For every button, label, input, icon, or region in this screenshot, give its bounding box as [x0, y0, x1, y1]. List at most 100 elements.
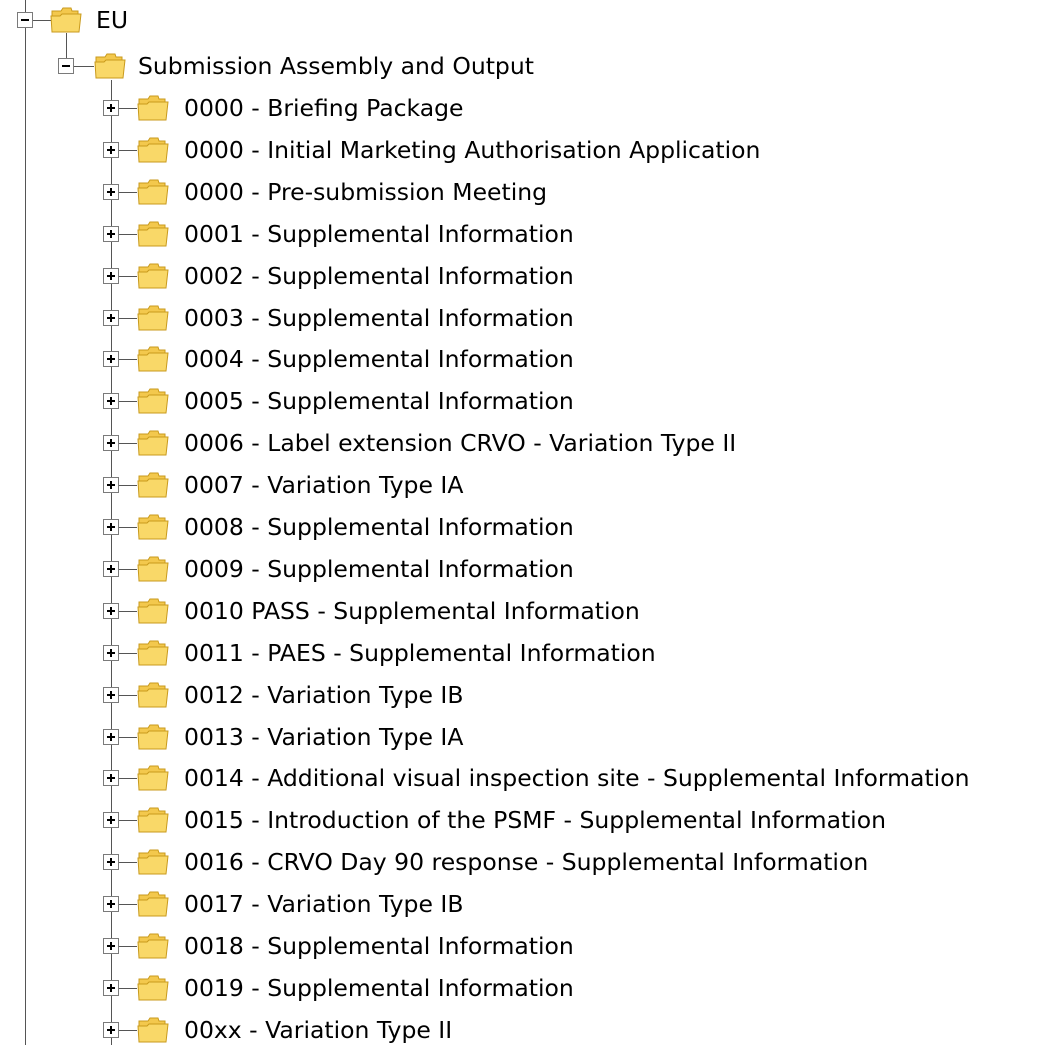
expand-toggle[interactable]	[103, 435, 119, 451]
expand-toggle[interactable]	[103, 310, 119, 326]
expand-toggle[interactable]	[103, 729, 119, 745]
expand-toggle[interactable]	[103, 603, 119, 619]
tree-node-label[interactable]: 0006 - Label extension CRVO - Variation …	[184, 428, 736, 458]
folder-svg	[137, 388, 169, 414]
folder-svg	[137, 640, 169, 666]
expand-toggle[interactable]	[103, 100, 119, 116]
tree-node-label[interactable]: 0017 - Variation Type IB	[184, 889, 463, 919]
tree-node-label[interactable]: 0003 - Supplemental Information	[184, 303, 574, 333]
folder-front	[137, 771, 169, 791]
expand-toggle[interactable]	[103, 1022, 119, 1038]
folder-front	[137, 101, 169, 121]
folder-svg	[137, 472, 169, 498]
folder-icon	[137, 470, 169, 500]
folder-svg	[137, 975, 169, 1001]
folder-svg	[94, 53, 126, 79]
expand-toggle[interactable]	[103, 142, 119, 158]
folder-icon	[94, 51, 126, 81]
expand-toggle[interactable]	[103, 268, 119, 284]
folder-tree: EU Submission Assembly and Output 0000 -…	[0, 0, 1040, 1045]
folder-front	[137, 185, 169, 205]
folder-front	[137, 143, 169, 163]
folder-svg	[137, 556, 169, 582]
folder-icon	[137, 554, 169, 584]
folder-front	[50, 13, 82, 33]
tree-node-label[interactable]: 0000 - Initial Marketing Authorisation A…	[184, 135, 760, 165]
tree-node-label[interactable]: 0008 - Supplemental Information	[184, 512, 574, 542]
collapse-toggle-submission-assembly[interactable]	[58, 58, 74, 74]
collapse-toggle-eu[interactable]	[17, 12, 33, 28]
tree-node-label[interactable]: 0007 - Variation Type IA	[184, 470, 463, 500]
tree-node-label-submission-assembly[interactable]: Submission Assembly and Output	[138, 51, 534, 81]
tree-node-label[interactable]: 0012 - Variation Type IB	[184, 680, 463, 710]
expand-toggle[interactable]	[103, 561, 119, 577]
expand-toggle[interactable]	[103, 519, 119, 535]
folder-svg	[137, 95, 169, 121]
folder-icon	[137, 344, 169, 374]
expand-toggle[interactable]	[103, 184, 119, 200]
folder-svg	[137, 346, 169, 372]
folder-front	[137, 1023, 169, 1043]
folder-svg	[137, 514, 169, 540]
folder-icon	[137, 177, 169, 207]
folder-svg	[137, 305, 169, 331]
folder-svg	[137, 263, 169, 289]
tree-node-label[interactable]: 00xx - Variation Type II	[184, 1015, 452, 1045]
expand-toggle[interactable]	[103, 812, 119, 828]
tree-node-label[interactable]: 0009 - Supplemental Information	[184, 554, 574, 584]
folder-icon	[137, 973, 169, 1003]
expand-toggle[interactable]	[103, 687, 119, 703]
folder-front	[137, 311, 169, 331]
folder-icon	[137, 93, 169, 123]
tree-node-label[interactable]: 0016 - CRVO Day 90 response - Supplement…	[184, 847, 868, 877]
tree-node-label[interactable]: 0001 - Supplemental Information	[184, 219, 574, 249]
tree-node-label[interactable]: 0015 - Introduction of the PSMF - Supple…	[184, 805, 886, 835]
tree-node-label[interactable]: 0011 - PAES - Supplemental Information	[184, 638, 656, 668]
folder-front	[137, 813, 169, 833]
folder-front	[137, 352, 169, 372]
expand-toggle[interactable]	[103, 770, 119, 786]
expand-toggle[interactable]	[103, 896, 119, 912]
tree-node-label[interactable]: 0002 - Supplemental Information	[184, 261, 574, 291]
folder-svg	[137, 430, 169, 456]
expand-toggle[interactable]	[103, 477, 119, 493]
tree-node-label[interactable]: 0005 - Supplemental Information	[184, 386, 574, 416]
folder-svg	[137, 598, 169, 624]
folder-front	[137, 562, 169, 582]
expand-toggle[interactable]	[103, 645, 119, 661]
expand-toggle[interactable]	[103, 226, 119, 242]
folder-svg	[137, 682, 169, 708]
folder-front	[137, 227, 169, 247]
tree-node-label[interactable]: 0013 - Variation Type IA	[184, 722, 463, 752]
folder-icon	[50, 5, 82, 35]
folder-icon	[137, 261, 169, 291]
expand-toggle[interactable]	[103, 938, 119, 954]
expand-toggle[interactable]	[103, 854, 119, 870]
folder-icon	[137, 596, 169, 626]
tree-node-label-eu[interactable]: EU	[96, 5, 128, 35]
folder-front	[137, 604, 169, 624]
tree-node-label[interactable]: 0000 - Briefing Package	[184, 93, 464, 123]
expand-toggle[interactable]	[103, 980, 119, 996]
folder-front	[137, 855, 169, 875]
folder-icon	[137, 763, 169, 793]
folder-icon	[137, 680, 169, 710]
folder-front	[137, 520, 169, 540]
tree-node-label[interactable]: 0018 - Supplemental Information	[184, 931, 574, 961]
folder-svg	[137, 933, 169, 959]
tree-node-label[interactable]: 0014 - Additional visual inspection site…	[184, 763, 969, 793]
tree-node-label[interactable]: 0004 - Supplemental Information	[184, 344, 574, 374]
expand-toggle[interactable]	[103, 351, 119, 367]
tree-node-label[interactable]: 0010 PASS - Supplemental Information	[184, 596, 640, 626]
expand-toggle[interactable]	[103, 393, 119, 409]
folder-icon	[137, 303, 169, 333]
folder-front	[137, 981, 169, 1001]
folder-svg	[137, 221, 169, 247]
folder-icon	[137, 931, 169, 961]
folder-icon	[137, 847, 169, 877]
tree-node-label[interactable]: 0019 - Supplemental Information	[184, 973, 574, 1003]
folder-front	[137, 939, 169, 959]
tree-node-label[interactable]: 0000 - Pre-submission Meeting	[184, 177, 547, 207]
folder-svg	[137, 724, 169, 750]
folder-svg	[137, 849, 169, 875]
